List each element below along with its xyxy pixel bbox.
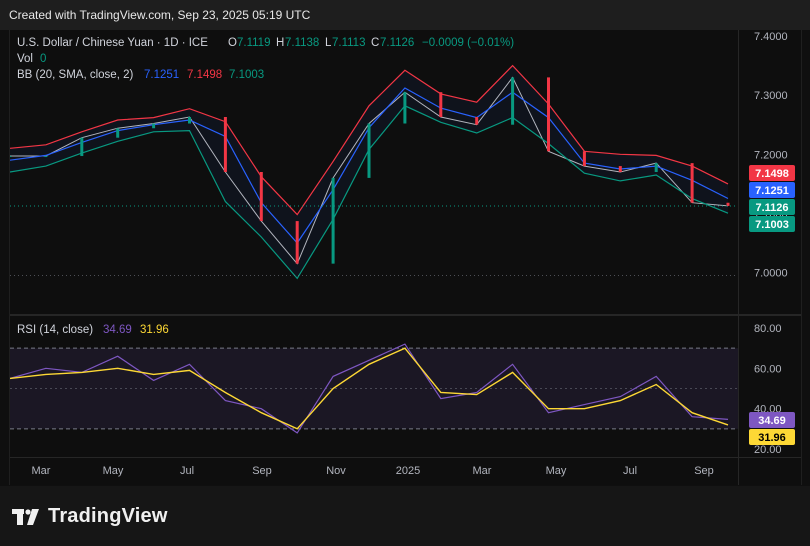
candle xyxy=(367,123,371,178)
candle xyxy=(511,77,515,125)
high-value: 7.1138 xyxy=(285,37,319,49)
chart-frame: 7.40007.30007.20007.10007.0000 80.0060.0… xyxy=(8,30,802,485)
close-label: C xyxy=(371,37,379,49)
volume-label[interactable]: Vol xyxy=(17,53,33,65)
bb-upper-value: 7.1498 xyxy=(187,69,222,81)
volume-value: 0 xyxy=(40,53,46,65)
bb-lower-value: 7.1003 xyxy=(229,69,264,81)
time-tick-label: Mar xyxy=(473,465,492,477)
time-axis[interactable]: Mar May Jul Sep Nov 2025 Mar May Jul Sep xyxy=(32,465,714,477)
candle xyxy=(188,117,191,124)
close-value: 7.1126 xyxy=(380,37,414,49)
rsi-band-background xyxy=(10,348,738,429)
main-legend: U.S. Dollar / Chinese Yuan · 1D · ICE O … xyxy=(17,37,514,81)
time-tick-label: Nov xyxy=(326,465,346,477)
candle xyxy=(582,151,586,167)
candle xyxy=(295,221,299,264)
tradingview-logo-text: TradingView xyxy=(48,505,168,527)
candle xyxy=(403,92,407,124)
price-tag-label: 7.1251 xyxy=(755,185,789,197)
rsi-tag-label: 34.69 xyxy=(758,415,786,427)
time-tick-label: Sep xyxy=(694,465,714,477)
candle xyxy=(223,117,227,172)
change-value: −0.0009 (−0.01%) xyxy=(422,37,514,49)
high-label: H xyxy=(276,37,284,49)
time-tick-label: Sep xyxy=(252,465,272,477)
candle xyxy=(259,172,263,222)
bb-basis-value: 7.1251 xyxy=(144,69,179,81)
rsi-tick-label: 60.00 xyxy=(754,363,782,375)
price-tag-label: 7.1126 xyxy=(755,202,788,214)
rsi-tag-label: 31.96 xyxy=(758,432,786,444)
candle xyxy=(618,166,622,172)
candle xyxy=(690,163,694,203)
rsi-legend: RSI (14, close) 34.69 31.96 xyxy=(17,324,169,336)
time-tick-label: Jul xyxy=(180,465,194,477)
candle xyxy=(152,123,156,129)
candle xyxy=(44,156,48,158)
low-value: 7.1113 xyxy=(332,37,365,49)
price-tag-label: 7.1498 xyxy=(755,168,789,180)
price-tag-label: 7.1003 xyxy=(755,219,789,231)
rsi-value: 34.69 xyxy=(103,324,132,336)
price-tick-label: 7.2000 xyxy=(754,149,788,161)
rsi-ma-value: 31.96 xyxy=(140,324,169,336)
price-axis-separator xyxy=(738,30,739,485)
tradingview-logo-icon xyxy=(12,508,39,525)
price-plot xyxy=(8,64,730,280)
price-axis[interactable]: 7.40007.30007.20007.10007.0000 xyxy=(754,31,788,280)
price-tick-label: 7.4000 xyxy=(754,31,788,43)
time-tick-label: 2025 xyxy=(396,465,420,477)
top-caption-bar: Created with TradingView.com, Sep 23, 20… xyxy=(0,0,810,30)
time-tick-label: Jul xyxy=(623,465,637,477)
candle xyxy=(475,117,479,125)
rsi-tick-label: 80.00 xyxy=(754,323,782,335)
low-label: L xyxy=(325,37,332,49)
price-tick-label: 7.0000 xyxy=(754,268,788,280)
candle xyxy=(116,128,120,138)
time-tick-label: May xyxy=(546,465,567,477)
price-tick-label: 7.3000 xyxy=(754,90,788,102)
time-axis-separator xyxy=(10,457,801,458)
candle xyxy=(80,137,84,157)
open-label: O xyxy=(228,37,237,49)
symbol-title[interactable]: U.S. Dollar / Chinese Yuan · 1D · ICE xyxy=(17,37,208,49)
caption-text: Created with TradingView.com, Sep 23, 20… xyxy=(9,8,311,22)
candle xyxy=(547,77,550,152)
rsi-tags: 34.69 31.96 xyxy=(749,412,795,445)
rsi-tick-label: 20.00 xyxy=(754,444,782,456)
chart-canvas: 7.40007.30007.20007.10007.0000 80.0060.0… xyxy=(8,30,801,485)
price-tags: 7.1498 7.1251 7.1126 7.1003 xyxy=(749,165,795,232)
pane-separator xyxy=(10,314,801,316)
tradingview-logo[interactable]: TradingView xyxy=(12,505,168,528)
time-tick-label: May xyxy=(103,465,124,477)
candle xyxy=(331,177,335,264)
bb-label[interactable]: BB (20, SMA, close, 2) xyxy=(17,69,133,81)
time-tick-label: Mar xyxy=(32,465,51,477)
candle xyxy=(439,92,443,118)
candle xyxy=(654,163,658,172)
candle xyxy=(8,156,12,158)
rsi-label[interactable]: RSI (14, close) xyxy=(17,324,93,336)
open-value: 7.1119 xyxy=(237,37,270,49)
